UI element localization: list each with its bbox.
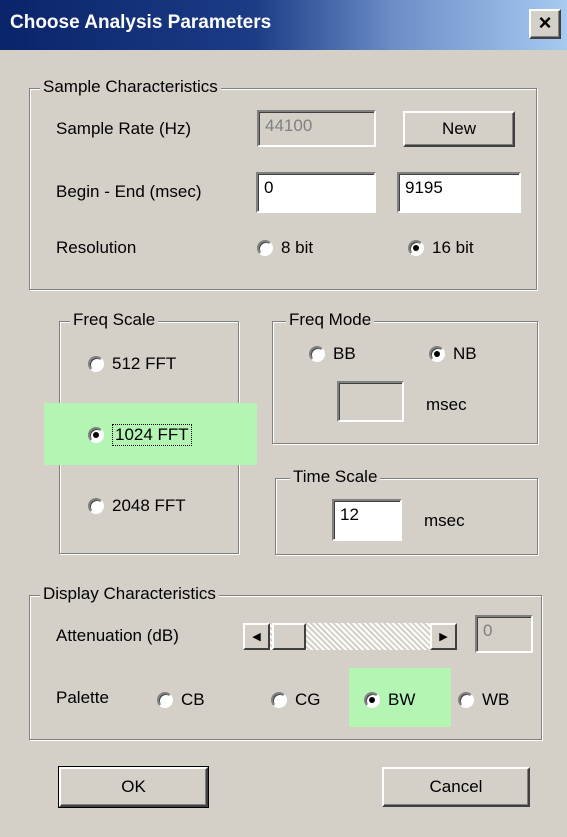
display-characteristics-group: Display Characteristics (29, 584, 542, 740)
fft-2048-label: 2048 FFT (112, 496, 186, 515)
window-title: Choose Analysis Parameters (10, 12, 272, 33)
freq-mode-bb-label: BB (333, 344, 356, 363)
new-button-label: New (441, 119, 476, 138)
slider-right-button[interactable]: ▶ (430, 623, 457, 650)
fft-1024-label: 1024 FFT (112, 424, 192, 446)
resolution-16bit-label: 16 bit (432, 238, 474, 257)
time-scale-group: Time Scale (275, 467, 538, 555)
new-button[interactable]: New (403, 111, 515, 147)
radio-checked-icon (364, 692, 380, 708)
palette-bw-radio[interactable]: BW (364, 690, 415, 710)
freq-mode-msec-field (337, 381, 404, 422)
close-icon: × (538, 10, 552, 35)
arrow-left-icon: ◀ (252, 631, 261, 643)
attenuation-slider-thumb[interactable] (272, 623, 306, 650)
palette-label: Palette (56, 688, 109, 707)
radio-unchecked-icon (88, 356, 104, 372)
sample-rate-field: 44100 (257, 110, 376, 147)
freq-scale-legend: Freq Scale (70, 310, 159, 330)
freq-mode-nb-radio[interactable]: NB (429, 344, 477, 364)
freq-mode-bb-radio[interactable]: BB (309, 344, 356, 364)
freq-mode-nb-label: NB (453, 344, 477, 363)
begin-end-label: Begin - End (msec) (56, 182, 202, 201)
resolution-8bit-label: 8 bit (281, 238, 314, 257)
cancel-button-label: Cancel (429, 777, 483, 796)
fft-2048-radio[interactable]: 2048 FFT (88, 496, 186, 516)
resolution-16bit-radio[interactable]: 16 bit (408, 238, 474, 258)
time-scale-unit: msec (424, 511, 465, 530)
attenuation-value-field: 0 (475, 615, 533, 653)
cancel-button[interactable]: Cancel (382, 767, 530, 807)
time-scale-field[interactable]: 12 (332, 499, 402, 541)
palette-wb-label: WB (482, 690, 510, 709)
fft-512-label: 512 FFT (112, 354, 177, 373)
sample-characteristics-legend: Sample Characteristics (40, 77, 221, 97)
time-scale-legend: Time Scale (290, 467, 381, 487)
resolution-label: Resolution (56, 238, 137, 257)
sample-rate-label: Sample Rate (Hz) (56, 119, 192, 138)
display-characteristics-legend: Display Characteristics (40, 584, 219, 604)
palette-cb-radio[interactable]: CB (157, 690, 205, 710)
radio-unchecked-icon (309, 346, 325, 362)
ok-button-label: OK (121, 777, 146, 796)
fft-1024-radio[interactable]: 1024 FFT (88, 424, 192, 446)
ok-button[interactable]: OK (58, 766, 209, 808)
palette-cg-label: CG (295, 690, 321, 709)
attenuation-label: Attenuation (dB) (56, 626, 179, 645)
radio-unchecked-icon (458, 692, 474, 708)
radio-unchecked-icon (257, 240, 273, 256)
resolution-8bit-radio[interactable]: 8 bit (257, 238, 313, 258)
radio-checked-icon (429, 346, 445, 362)
slider-left-button[interactable]: ◀ (243, 623, 270, 650)
begin-field[interactable]: 0 (256, 172, 376, 213)
close-button[interactable]: × (529, 9, 561, 39)
palette-cb-label: CB (181, 690, 205, 709)
palette-wb-radio[interactable]: WB (458, 690, 509, 710)
radio-checked-icon (408, 240, 424, 256)
arrow-right-icon: ▶ (439, 631, 448, 643)
radio-unchecked-icon (271, 692, 287, 708)
radio-unchecked-icon (157, 692, 173, 708)
end-field[interactable]: 9195 (397, 172, 521, 213)
radio-checked-icon (88, 427, 104, 443)
palette-cg-radio[interactable]: CG (271, 690, 321, 710)
freq-mode-group: Freq Mode (272, 310, 538, 444)
radio-unchecked-icon (88, 498, 104, 514)
fft-512-radio[interactable]: 512 FFT (88, 354, 176, 374)
freq-mode-legend: Freq Mode (286, 310, 375, 330)
palette-bw-label: BW (388, 690, 416, 709)
freq-mode-unit: msec (426, 395, 467, 414)
